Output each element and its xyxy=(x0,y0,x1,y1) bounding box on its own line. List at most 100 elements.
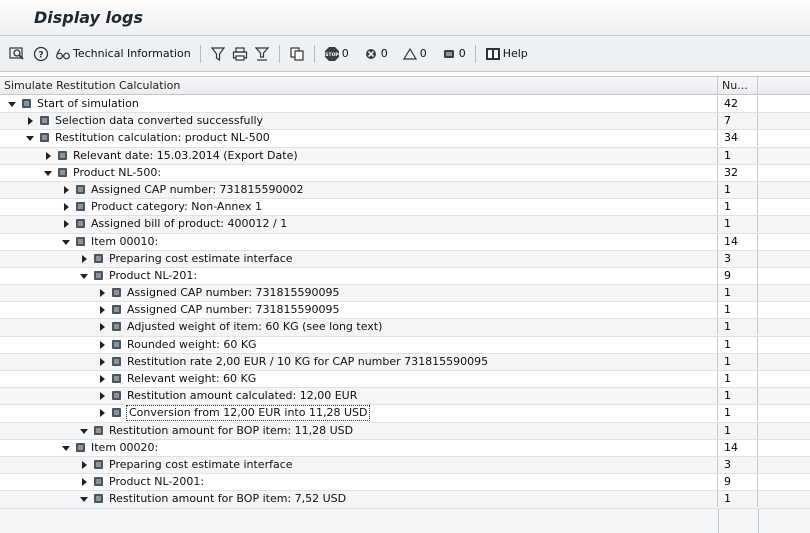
filter-button[interactable] xyxy=(207,43,229,65)
collapse-triangle-icon[interactable] xyxy=(80,272,88,280)
tree-row[interactable]: Preparing cost estimate interface 3 xyxy=(0,456,810,475)
tree-row[interactable]: Assigned CAP number: 731815590095 1 xyxy=(0,302,810,320)
tree-row[interactable]: Product NL-201: 9 xyxy=(0,267,810,286)
tree-node-label[interactable]: Rounded weight: 60 KG xyxy=(127,337,257,353)
tree-node-label[interactable]: Restitution rate 2,00 EUR / 10 KG for CA… xyxy=(127,354,488,370)
tree-row[interactable]: Product category: Non-Annex 1 1 xyxy=(0,199,810,217)
tree-row[interactable]: Adjusted weight of item: 60 KG (see long… xyxy=(0,319,810,337)
tree-row[interactable]: Item 00020: 14 xyxy=(0,439,810,457)
expand-triangle-icon[interactable] xyxy=(62,220,70,229)
tree-node-label[interactable]: Restitution calculation: product NL-500 xyxy=(55,130,270,146)
tree-node-label[interactable]: Restitution amount calculated: 12,00 EUR xyxy=(127,388,357,404)
tree-node-label[interactable]: Product NL-201: xyxy=(109,268,197,284)
expand-triangle-icon[interactable] xyxy=(62,185,70,194)
tree-row[interactable]: Restitution rate 2,00 EUR / 10 KG for CA… xyxy=(0,353,810,371)
tree-node-label[interactable]: Product NL-2001: xyxy=(109,474,204,490)
tree-row[interactable]: Item 00010: 14 xyxy=(0,233,810,251)
tree-row[interactable]: Assigned CAP number: 731815590002 1 xyxy=(0,181,810,200)
collapse-triangle-icon[interactable] xyxy=(80,427,88,435)
expand-triangle-icon[interactable] xyxy=(98,375,106,383)
column-header-number[interactable]: Nu... xyxy=(718,77,758,95)
tree-row[interactable]: Restitution calculation: product NL-500 3… xyxy=(0,130,810,148)
tree-node-label[interactable]: Start of simulation xyxy=(37,96,139,112)
expand-triangle-icon[interactable] xyxy=(80,478,88,487)
collapse-triangle-icon[interactable] xyxy=(62,444,70,452)
tree-row[interactable]: Assigned bill of product: 400012 / 1 1 xyxy=(0,216,810,234)
expand-triangle-icon[interactable] xyxy=(44,151,52,160)
tree-node-label[interactable]: Relevant date: 15.03.2014 (Export Date) xyxy=(73,148,298,164)
error-messages-filter[interactable]: 0 xyxy=(360,43,391,65)
tree-row[interactable]: Relevant date: 15.03.2014 (Export Date) 1 xyxy=(0,147,810,165)
message-count-cell: 1 xyxy=(718,302,758,319)
tree-cell: Start of simulation xyxy=(0,96,718,112)
warning-messages-filter[interactable]: 0 xyxy=(399,43,430,65)
tree-node-label[interactable]: Restitution amount for BOP item: 11,28 U… xyxy=(109,423,353,439)
tree-node-label[interactable]: Item 00010: xyxy=(91,234,158,250)
column-header-empty xyxy=(758,77,810,95)
copy-button[interactable] xyxy=(286,43,308,65)
help-info-button[interactable]: ? xyxy=(30,43,52,65)
tree-cell: Preparing cost estimate interface xyxy=(0,456,718,473)
info-message-icon xyxy=(112,339,121,349)
column-header-text[interactable]: Simulate Restitution Calculation xyxy=(0,77,718,95)
tree-node-label[interactable]: Restitution amount for BOP item: 7,52 US… xyxy=(109,491,346,507)
tree-row[interactable]: Product NL-2001: 9 xyxy=(0,474,810,492)
tree-node-label[interactable]: Assigned CAP number: 731815590095 xyxy=(127,302,340,318)
detail-button[interactable] xyxy=(6,43,30,65)
tree-row[interactable]: Preparing cost estimate interface 3 xyxy=(0,250,810,268)
tree-node-label[interactable]: Item 00020: xyxy=(91,440,158,456)
tree-node-label[interactable]: Assigned CAP number: 731815590002 xyxy=(91,182,304,198)
expand-triangle-icon[interactable] xyxy=(98,323,106,332)
tree-row[interactable]: Restitution amount calculated: 12,00 EUR… xyxy=(0,388,810,406)
expand-triangle-icon[interactable] xyxy=(62,203,70,212)
tree-row[interactable]: Restitution amount for BOP item: 11,28 U… xyxy=(0,422,810,440)
technical-information-button[interactable]: Technical Information xyxy=(52,43,194,65)
tree-node-label[interactable]: Conversion from 12,00 EUR into 11,28 USD xyxy=(125,405,371,422)
info-messages-filter[interactable]: 0 xyxy=(438,43,469,65)
expand-triangle-icon[interactable] xyxy=(98,392,106,401)
collapse-triangle-icon[interactable] xyxy=(62,238,70,246)
tree-node-label[interactable]: Product category: Non-Annex 1 xyxy=(91,199,262,215)
tree-node-label[interactable]: Selection data converted successfully xyxy=(55,113,263,129)
tree-row[interactable]: Product NL-500: 32 xyxy=(0,164,810,182)
info-message-icon xyxy=(58,150,67,160)
tree-cell: Product category: Non-Annex 1 xyxy=(0,199,718,216)
tree-node-label[interactable]: Adjusted weight of item: 60 KG (see long… xyxy=(127,319,382,335)
tree-node-label[interactable]: Assigned CAP number: 731815590095 xyxy=(127,285,340,301)
expand-triangle-icon[interactable] xyxy=(80,460,88,469)
tree-node-label[interactable]: Relevant weight: 60 KG xyxy=(127,371,256,387)
tree-node-label[interactable]: Assigned bill of product: 400012 / 1 xyxy=(91,216,287,232)
toolbar-separator xyxy=(278,44,280,63)
expand-triangle-icon[interactable] xyxy=(98,409,106,418)
tree-node-label[interactable]: Preparing cost estimate interface xyxy=(109,457,293,473)
tree-row[interactable]: Assigned CAP number: 731815590095 1 xyxy=(0,285,810,303)
tree-row[interactable]: Rounded weight: 60 KG 1 xyxy=(0,336,810,354)
expand-triangle-icon[interactable] xyxy=(98,357,106,366)
stop-messages-filter[interactable]: STOP 0 xyxy=(321,43,352,65)
message-count-cell: 32 xyxy=(718,164,758,181)
layout-button[interactable] xyxy=(251,43,273,65)
collapse-triangle-icon[interactable] xyxy=(44,169,52,177)
expand-triangle-icon[interactable] xyxy=(26,117,34,126)
tree-row[interactable]: Conversion from 12,00 EUR into 11,28 USD… xyxy=(0,405,810,423)
tree-row[interactable]: Selection data converted successfully 7 xyxy=(0,113,810,131)
expand-triangle-icon[interactable] xyxy=(98,289,106,298)
collapse-triangle-icon[interactable] xyxy=(26,134,34,142)
error-x-icon xyxy=(365,48,376,59)
expand-triangle-icon[interactable] xyxy=(80,254,88,263)
expand-triangle-icon[interactable] xyxy=(98,306,106,315)
collapse-triangle-icon[interactable] xyxy=(80,495,88,503)
tree-node-label[interactable]: Preparing cost estimate interface xyxy=(109,251,293,267)
tree-row[interactable]: Restitution amount for BOP item: 7,52 US… xyxy=(0,491,810,509)
expand-triangle-icon[interactable] xyxy=(98,340,106,349)
tree-row[interactable]: Relevant weight: 60 KG 1 xyxy=(0,371,810,389)
print-button[interactable] xyxy=(229,43,251,65)
tree-cell: Item 00010: xyxy=(0,233,718,250)
info-message-icon xyxy=(40,133,49,143)
tree-row[interactable]: Start of simulation 42 xyxy=(0,96,810,114)
collapse-triangle-icon[interactable] xyxy=(8,100,16,108)
help-button[interactable]: Help xyxy=(482,43,531,65)
tree-node-label[interactable]: Product NL-500: xyxy=(73,165,161,181)
message-count-cell: 1 xyxy=(718,181,758,198)
message-count-cell: 1 xyxy=(718,371,758,387)
